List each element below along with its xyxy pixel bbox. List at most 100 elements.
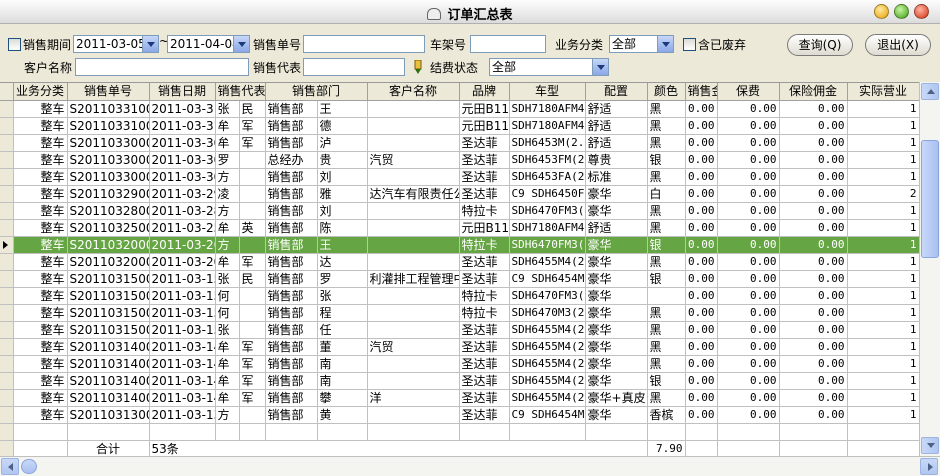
minimize-button[interactable] [874, 4, 889, 19]
customer-input[interactable] [75, 58, 249, 76]
table-row[interactable]: 整车S2011031400042011-03-14牟军销售部董汽贸圣达菲SDH6… [0, 338, 919, 356]
column-header[interactable]: 车型 [509, 83, 586, 101]
column-header[interactable]: 保险佣金 [779, 83, 848, 101]
sale-period-checkbox[interactable] [8, 38, 21, 51]
table-row[interactable]: 整车S2011031400012011-03-14牟军销售部攀洋圣达菲SDH64… [0, 389, 919, 407]
date-to-picker[interactable]: 2011-04-04 [167, 35, 250, 53]
table-row[interactable]: 整车S2011031500012011-03-15张 销售部任 圣达菲SDH6455… [0, 321, 919, 339]
empty-cell [717, 423, 780, 441]
row-indicator[interactable] [0, 406, 14, 424]
table-row[interactable]: 整车S2011033000032011-03-30牟军销售部泸 圣达菲SDH645… [0, 134, 919, 152]
table-cell: 2011-03-13 [149, 406, 216, 424]
column-header[interactable]: 销售日期 [149, 83, 216, 101]
order-no-input[interactable] [303, 35, 425, 53]
include-void-checkbox[interactable] [683, 38, 696, 51]
empty-cell [779, 440, 848, 456]
biz-category-select[interactable]: 全部 [609, 35, 674, 53]
column-header[interactable]: 业务分类 [13, 83, 68, 101]
row-indicator[interactable] [0, 168, 14, 186]
table-cell: 1 [847, 355, 919, 373]
vertical-scrollbar[interactable] [919, 82, 940, 456]
row-indicator[interactable] [0, 287, 14, 305]
sales-rep-input[interactable] [303, 58, 405, 76]
column-header[interactable]: 销售代表 [215, 83, 266, 101]
column-header[interactable]: 销售金额 [685, 83, 718, 101]
table-row[interactable]: 整车S2011031400032011-03-14牟军销售部南 圣达菲SDH645… [0, 355, 919, 373]
chevron-down-icon[interactable] [142, 36, 158, 52]
frame-no-input[interactable] [470, 35, 546, 53]
row-indicator[interactable] [0, 117, 14, 135]
query-button[interactable]: 查询(Q) [787, 34, 853, 56]
table-row[interactable]: 整车S2011031400022011-03-14牟军销售部南 圣达菲SDH645… [0, 372, 919, 390]
row-indicator[interactable] [0, 202, 14, 220]
row-indicator[interactable] [0, 389, 14, 407]
scroll-thumb[interactable] [921, 140, 939, 258]
table-row[interactable]: 整车S2011031500042011-03-15何 销售部张 特拉卡SDH6470… [0, 287, 919, 305]
scroll-down-icon[interactable] [921, 437, 939, 454]
row-indicator[interactable] [0, 321, 14, 339]
table-cell: 何 [215, 304, 240, 322]
exit-button[interactable]: 退出(X) [865, 34, 931, 56]
table-row[interactable]: 整车S2011031300012011-03-13方 销售部黄 圣达菲C9 SDH6… [0, 406, 919, 424]
table-row[interactable]: 整车S2011032800012011-03-28方 销售部刘 特拉卡SDH6470… [0, 202, 919, 220]
table-row[interactable]: 整车S2011033000022011-03-30罗 总经办贵汽贸圣达菲SDH64… [0, 151, 919, 169]
row-indicator[interactable] [0, 355, 14, 373]
table-cell [367, 355, 460, 373]
column-header[interactable]: 客户名称 [367, 83, 460, 101]
scroll-up-icon[interactable] [921, 83, 939, 100]
row-indicator[interactable] [0, 219, 14, 237]
table-row[interactable]: 整车S2011033100032011-03-31张民销售部王 元田B11SDH7… [0, 100, 919, 118]
row-indicator[interactable] [0, 372, 14, 390]
row-indicator[interactable] [0, 338, 14, 356]
pencil-icon[interactable] [413, 60, 423, 74]
settle-status-select[interactable]: 全部 [489, 58, 609, 76]
chevron-down-icon[interactable] [657, 36, 673, 52]
row-indicator [0, 440, 14, 456]
table-cell: SDH7180AFM4( [509, 117, 586, 135]
table-cell: 银 [647, 270, 686, 288]
table-row[interactable]: 整车S2011031500052011-03-15张民销售部罗利灌排工程管理中圣… [0, 270, 919, 288]
table-row[interactable]: 整车S2011032900012011-03-29凌 销售部雅达汽车有限责任公圣达… [0, 185, 919, 203]
chevron-down-icon[interactable] [233, 36, 249, 52]
table-cell: 0.00 [685, 304, 718, 322]
table-cell: 0.00 [717, 304, 780, 322]
column-header[interactable]: 品牌 [459, 83, 510, 101]
row-indicator[interactable] [0, 253, 14, 271]
table-cell: 1 [847, 406, 919, 424]
row-indicator[interactable] [0, 151, 14, 169]
table-cell: 汽贸 [367, 151, 460, 169]
row-indicator[interactable] [0, 134, 14, 152]
table-cell: 银 [647, 372, 686, 390]
column-header[interactable]: 销售部门 [265, 83, 368, 101]
chevron-down-icon[interactable] [592, 59, 608, 75]
date-from-picker[interactable]: 2011-03-05 [73, 35, 159, 53]
table-row[interactable]: 整车S2011033100022011-03-31牟军销售部德 元田B11SDH7… [0, 117, 919, 135]
table-row[interactable]: 整车S2011032000012011-03-20牟军销售部达 圣达菲SDH645… [0, 253, 919, 271]
table-row[interactable]: 整车S2011032500012011-03-25牟英销售部陈 元田B11SDH7… [0, 219, 919, 237]
row-indicator[interactable] [0, 236, 14, 254]
column-header[interactable]: 销售单号 [67, 83, 150, 101]
column-header[interactable]: 实际营业 [847, 83, 919, 101]
close-button[interactable] [914, 4, 929, 19]
table-cell: 贵 [317, 151, 368, 169]
scroll-left-icon[interactable] [1, 458, 19, 475]
table-row[interactable]: 整车S2011032000022011-03-20方 销售部王 特拉卡SDH6470… [0, 236, 919, 254]
scroll-thumb-horizontal[interactable] [21, 459, 37, 474]
table-cell: 销售部 [265, 338, 318, 356]
row-indicator[interactable] [0, 185, 14, 203]
row-indicator[interactable] [0, 100, 14, 118]
column-header[interactable]: 颜色 [647, 83, 686, 101]
column-header[interactable]: 保费 [717, 83, 780, 101]
row-indicator[interactable] [0, 304, 14, 322]
maximize-button[interactable] [894, 4, 909, 19]
table-row[interactable]: 整车S2011031500032011-03-15何 销售部程 特拉卡SDH6470… [0, 304, 919, 322]
table-cell: 2011-03-14 [149, 338, 216, 356]
table-cell: 豪华 [585, 321, 648, 339]
table-row[interactable]: 整车S2011033000012011-03-30方 销售部刘 圣达菲SDH6453… [0, 168, 919, 186]
scroll-right-icon[interactable] [920, 458, 938, 475]
column-header[interactable]: 配置 [585, 83, 648, 101]
table-cell: S201103310003 [67, 100, 150, 118]
row-indicator[interactable] [0, 270, 14, 288]
horizontal-scrollbar[interactable] [0, 456, 940, 476]
order-grid[interactable]: 业务分类销售单号销售日期销售代表销售部门客户名称品牌车型配置颜色销售金额保费保险… [0, 82, 919, 456]
